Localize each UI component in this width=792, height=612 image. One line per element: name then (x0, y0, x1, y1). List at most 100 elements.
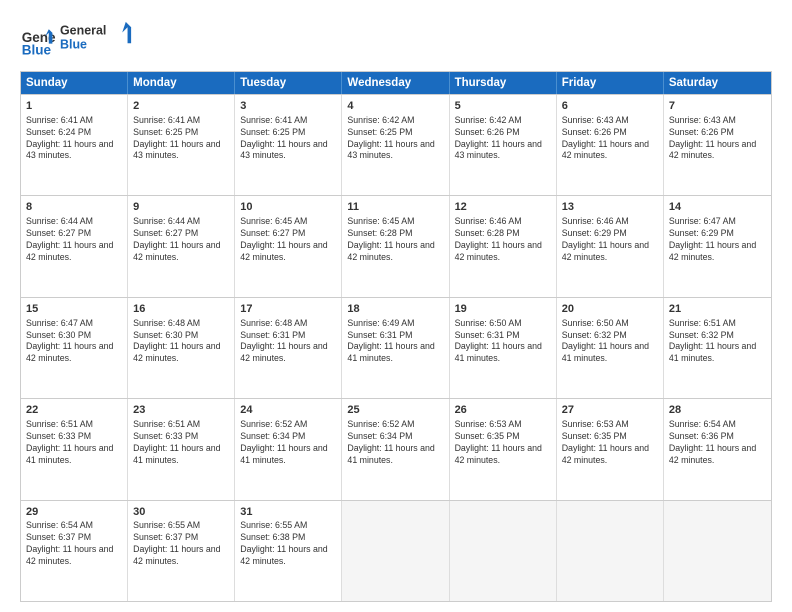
sunrise-label: Sunrise: 6:51 AM (133, 419, 200, 429)
daylight-label: Daylight: 11 hours and 43 minutes. (455, 139, 542, 161)
daylight-label: Daylight: 11 hours and 42 minutes. (240, 544, 327, 566)
cal-cell: 21Sunrise: 6:51 AMSunset: 6:32 PMDayligh… (664, 298, 771, 398)
sunrise-label: Sunrise: 6:50 AM (562, 318, 629, 328)
daylight-label: Daylight: 11 hours and 42 minutes. (455, 443, 542, 465)
day-number: 31 (240, 505, 336, 520)
cal-header-day: Wednesday (342, 72, 449, 94)
sunset-label: Sunset: 6:28 PM (455, 228, 520, 238)
sunrise-label: Sunrise: 6:47 AM (26, 318, 93, 328)
cal-cell: 25Sunrise: 6:52 AMSunset: 6:34 PMDayligh… (342, 399, 449, 499)
sunrise-label: Sunrise: 6:45 AM (347, 216, 414, 226)
sunrise-label: Sunrise: 6:46 AM (562, 216, 629, 226)
sunrise-label: Sunrise: 6:44 AM (26, 216, 93, 226)
cal-cell: 7Sunrise: 6:43 AMSunset: 6:26 PMDaylight… (664, 95, 771, 195)
calendar: SundayMondayTuesdayWednesdayThursdayFrid… (20, 71, 772, 602)
cal-header-day: Thursday (450, 72, 557, 94)
sunrise-label: Sunrise: 6:48 AM (133, 318, 200, 328)
svg-text:Blue: Blue (22, 42, 52, 57)
day-number: 25 (347, 403, 443, 418)
daylight-label: Daylight: 11 hours and 42 minutes. (133, 240, 220, 262)
sunrise-label: Sunrise: 6:53 AM (455, 419, 522, 429)
cal-cell (342, 501, 449, 601)
day-number: 15 (26, 302, 122, 317)
generalblue-logo-svg: General Blue (60, 18, 140, 56)
day-number: 2 (133, 99, 229, 114)
day-number: 22 (26, 403, 122, 418)
sunrise-label: Sunrise: 6:41 AM (240, 115, 307, 125)
sunset-label: Sunset: 6:36 PM (669, 431, 734, 441)
sunset-label: Sunset: 6:26 PM (562, 127, 627, 137)
cal-week: 15Sunrise: 6:47 AMSunset: 6:30 PMDayligh… (21, 297, 771, 398)
cal-cell: 29Sunrise: 6:54 AMSunset: 6:37 PMDayligh… (21, 501, 128, 601)
sunrise-label: Sunrise: 6:51 AM (669, 318, 736, 328)
daylight-label: Daylight: 11 hours and 41 minutes. (562, 341, 649, 363)
cal-cell: 20Sunrise: 6:50 AM Sunset: 6:32 PMDayligh… (557, 298, 664, 398)
sunrise-label: Sunrise: 6:53 AM (562, 419, 629, 429)
day-number: 17 (240, 302, 336, 317)
daylight-label: Daylight: 11 hours and 41 minutes. (455, 341, 542, 363)
sunset-label: Sunset: 6:32 PM (562, 330, 627, 340)
cal-cell (450, 501, 557, 601)
svg-text:Blue: Blue (60, 38, 87, 52)
sunrise-label: Sunrise: 6:49 AM (347, 318, 414, 328)
daylight-label: Daylight: 11 hours and 42 minutes. (133, 544, 220, 566)
daylight-label: Daylight: 11 hours and 42 minutes. (26, 240, 113, 262)
cal-cell: 16Sunrise: 6:48 AMSunset: 6:30 PMDayligh… (128, 298, 235, 398)
daylight-label: Daylight: 11 hours and 42 minutes. (455, 240, 542, 262)
day-number: 30 (133, 505, 229, 520)
sunrise-label: Sunrise: 6:45 AM (240, 216, 307, 226)
day-number: 6 (562, 99, 658, 114)
sunset-label: Sunset: 6:31 PM (455, 330, 520, 340)
sunset-label: Sunset: 6:26 PM (455, 127, 520, 137)
day-number: 21 (669, 302, 766, 317)
day-number: 24 (240, 403, 336, 418)
sunrise-label: Sunrise: 6:41 AM (133, 115, 200, 125)
svg-text:General: General (60, 23, 106, 37)
day-number: 29 (26, 505, 122, 520)
header: General Blue General Blue (20, 18, 772, 61)
calendar-body: 1Sunrise: 6:41 AMSunset: 6:24 PMDaylight… (21, 94, 771, 601)
daylight-label: Daylight: 11 hours and 42 minutes. (347, 240, 434, 262)
sunrise-label: Sunrise: 6:52 AM (240, 419, 307, 429)
cal-cell: 5Sunrise: 6:42 AMSunset: 6:26 PMDaylight… (450, 95, 557, 195)
day-number: 14 (669, 200, 766, 215)
day-number: 20 (562, 302, 658, 317)
daylight-label: Daylight: 11 hours and 42 minutes. (669, 443, 756, 465)
day-number: 12 (455, 200, 551, 215)
sunset-label: Sunset: 6:25 PM (347, 127, 412, 137)
cal-cell: 4Sunrise: 6:42 AMSunset: 6:25 PMDaylight… (342, 95, 449, 195)
day-number: 27 (562, 403, 658, 418)
sunrise-label: Sunrise: 6:46 AM (455, 216, 522, 226)
daylight-label: Daylight: 11 hours and 42 minutes. (240, 341, 327, 363)
sunset-label: Sunset: 6:31 PM (347, 330, 412, 340)
logo-icon: General Blue (20, 22, 56, 58)
calendar-header-row: SundayMondayTuesdayWednesdayThursdayFrid… (21, 72, 771, 94)
cal-cell: 17Sunrise: 6:48 AMSunset: 6:31 PMDayligh… (235, 298, 342, 398)
cal-cell: 23Sunrise: 6:51 AMSunset: 6:33 PMDayligh… (128, 399, 235, 499)
sunrise-label: Sunrise: 6:52 AM (347, 419, 414, 429)
sunset-label: Sunset: 6:37 PM (26, 532, 91, 542)
sunrise-label: Sunrise: 6:50 AM (455, 318, 522, 328)
day-number: 23 (133, 403, 229, 418)
cal-cell: 24Sunrise: 6:52 AMSunset: 6:34 PMDayligh… (235, 399, 342, 499)
cal-cell: 13Sunrise: 6:46 AMSunset: 6:29 PMDayligh… (557, 196, 664, 296)
cal-cell: 30Sunrise: 6:55 AMSunset: 6:37 PMDayligh… (128, 501, 235, 601)
daylight-label: Daylight: 11 hours and 42 minutes. (240, 240, 327, 262)
cal-header-day: Saturday (664, 72, 771, 94)
sunrise-label: Sunrise: 6:44 AM (133, 216, 200, 226)
cal-cell: 15Sunrise: 6:47 AMSunset: 6:30 PMDayligh… (21, 298, 128, 398)
sunset-label: Sunset: 6:29 PM (669, 228, 734, 238)
cal-header-day: Friday (557, 72, 664, 94)
cal-cell: 2Sunrise: 6:41 AMSunset: 6:25 PMDaylight… (128, 95, 235, 195)
daylight-label: Daylight: 11 hours and 42 minutes. (133, 341, 220, 363)
cal-cell: 9Sunrise: 6:44 AMSunset: 6:27 PMDaylight… (128, 196, 235, 296)
day-number: 13 (562, 200, 658, 215)
day-number: 4 (347, 99, 443, 114)
cal-week: 29Sunrise: 6:54 AMSunset: 6:37 PMDayligh… (21, 500, 771, 601)
cal-header-day: Tuesday (235, 72, 342, 94)
sunset-label: Sunset: 6:33 PM (133, 431, 198, 441)
cal-cell: 6Sunrise: 6:43 AMSunset: 6:26 PMDaylight… (557, 95, 664, 195)
day-number: 10 (240, 200, 336, 215)
cal-cell (557, 501, 664, 601)
day-number: 19 (455, 302, 551, 317)
